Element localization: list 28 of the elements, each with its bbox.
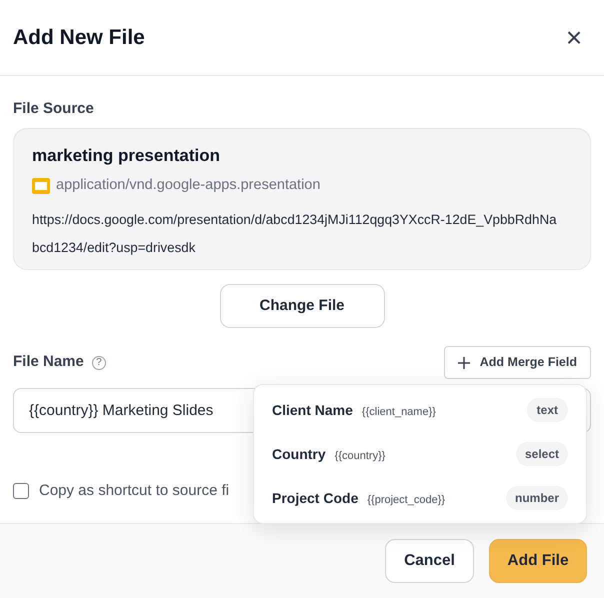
field-name-text: Country bbox=[272, 444, 326, 464]
section-label: File Source bbox=[13, 99, 95, 118]
cancel-button[interactable]: Cancel bbox=[385, 539, 474, 583]
checkbox[interactable] bbox=[13, 483, 29, 500]
menu-item[interactable]: Project Code {{project_code}} number bbox=[272, 483, 568, 513]
mime-type-text: application/vnd.google-apps.presentation bbox=[56, 176, 320, 195]
type-badge: number bbox=[506, 486, 568, 510]
field-label: File Name bbox=[13, 352, 84, 372]
url-text: https://docs.google.com/presentation/d/abcd1234jMJi112qgq3YXccR-12dE_VpbbRdhNabcd1234/edit?usp=drivesdk bbox=[32, 210, 558, 257]
file-name-text: marketing presentation bbox=[32, 145, 221, 167]
help-icon[interactable]: ? bbox=[92, 356, 106, 370]
menu-item[interactable]: Client Name {{client_name}} text bbox=[272, 395, 568, 425]
type-badge: text bbox=[526, 398, 568, 422]
field-name-text: Project Code bbox=[272, 488, 358, 508]
field-token-text: {{project_code}} bbox=[367, 492, 446, 508]
change-file-button[interactable]: Change File bbox=[220, 284, 384, 328]
add-file-button[interactable]: Add File bbox=[489, 539, 587, 583]
field-token-text: {{client_name}} bbox=[362, 404, 436, 420]
close-button[interactable]: × bbox=[560, 24, 588, 52]
checkbox-label: Copy as shortcut to source fi bbox=[39, 481, 230, 501]
field-name-text: Client Name bbox=[272, 400, 353, 420]
field-token-text: {{country}} bbox=[334, 448, 386, 464]
type-badge: select bbox=[516, 442, 568, 466]
slides-icon bbox=[32, 178, 50, 194]
dialog-title: Add New File bbox=[13, 24, 145, 51]
menu-item[interactable]: Country {{country}} select bbox=[272, 439, 568, 469]
plus-icon bbox=[458, 356, 470, 368]
add-merge-field-button[interactable]: Add Merge Field bbox=[444, 346, 591, 379]
